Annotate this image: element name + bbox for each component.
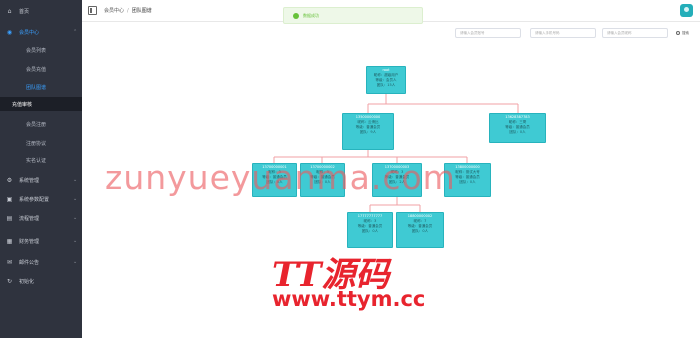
search-icon <box>676 31 680 35</box>
watermark-logo-url: www.ttym.cc <box>272 287 426 311</box>
wallet-icon: ▦ <box>6 237 13 245</box>
member-account-input[interactable] <box>455 28 521 38</box>
sidebar-item-label: 财务管理 <box>19 238 40 245</box>
tree-connector <box>369 197 421 212</box>
watermark-domain: zunyueyuanma.com <box>105 158 456 197</box>
avatar[interactable] <box>680 4 693 17</box>
sidebar-item-label: 系统管理 <box>19 177 40 184</box>
sidebar-item-mail[interactable]: ✉ 邮件公告 ⌄ <box>0 255 82 269</box>
chevron-down-icon: ⌄ <box>73 238 78 244</box>
breadcrumb-separator: / <box>127 8 129 14</box>
sidebar-item-team-graph[interactable]: 团队图谱 <box>0 80 82 94</box>
member-nickname-input[interactable] <box>602 28 668 38</box>
node-team: 团队：0人 <box>509 130 526 134</box>
sidebar-item-label: 实名认证 <box>26 157 47 164</box>
user-icon: ◉ <box>6 28 13 36</box>
breadcrumb: 会员中心 / 团队图谱 <box>104 7 152 14</box>
menu-toggle-icon[interactable] <box>88 6 97 15</box>
sidebar-item-init[interactable]: ↻ 初始化 <box>0 274 82 288</box>
tree-node[interactable]: 13628387783 昵称：三哥 等级：普通会员 团队：0人 <box>489 113 546 143</box>
tree-node[interactable]: 13500000000 昵称：云滑比 等级：普通会员 团队：9人 <box>342 113 394 150</box>
sidebar-item-member-list[interactable]: 会员列表 <box>0 43 82 57</box>
reset-icon: ↻ <box>6 277 13 285</box>
sidebar-item-label: 系统参数配置 <box>19 196 50 203</box>
node-team: 团队：0人 <box>411 229 429 233</box>
tree-node[interactable]: 18800000002 昵称：7 等级：普通会员 团队：0人 <box>396 212 444 248</box>
sidebar-item-label: 流程管理 <box>19 215 40 222</box>
settings-icon: ▣ <box>6 195 13 203</box>
tree-node[interactable]: root 昵称：超级用户 等级：会员人 团队：15人 <box>366 66 406 94</box>
watermark-logo: TT源码 www.ttym.cc <box>272 247 432 317</box>
sidebar-item-label: 会员列表 <box>26 47 47 54</box>
breadcrumb-current: 团队图谱 <box>131 8 152 14</box>
chevron-down-icon: ⌄ <box>73 177 78 183</box>
home-icon: ⌂ <box>7 7 12 15</box>
sidebar-item-label: 充值审核 <box>12 101 33 108</box>
tree-node[interactable]: 17777777777 昵称：3 等级：普通会员 团队：0人 <box>347 212 393 248</box>
sidebar-item-register-agreement[interactable]: 注册协议 <box>0 136 82 150</box>
gear-icon: ⚙ <box>6 176 13 184</box>
toast-message: 数据成功 <box>303 13 319 18</box>
sidebar-item-label: 首页 <box>19 8 30 15</box>
flow-icon: ▤ <box>6 214 13 222</box>
sidebar-item-label: 注册协议 <box>26 140 47 147</box>
sidebar: ⌂ 首页 ◉ 会员中心 ⌃ 会员列表 会员充值 团队图谱 充值审核 会员注册 注… <box>0 0 82 338</box>
sidebar-item-label: 初始化 <box>19 278 35 285</box>
search-button-label: 搜索 <box>682 30 689 35</box>
node-team: 团队：0人 <box>361 229 379 233</box>
node-team: 团队：9人 <box>359 130 377 134</box>
sidebar-item-system[interactable]: ⚙ 系统管理 ⌄ <box>0 173 82 187</box>
sidebar-item-label: 团队图谱 <box>26 84 47 91</box>
sidebar-item-label: 会员注册 <box>26 121 47 128</box>
sidebar-item-finance[interactable]: ▦ 财务管理 ⌄ <box>0 234 82 248</box>
sidebar-item-real-name[interactable]: 实名认证 <box>0 153 82 167</box>
sidebar-item-recharge-review[interactable]: 充值审核 <box>0 97 82 111</box>
chevron-down-icon: ⌄ <box>73 215 78 221</box>
phone-number-input[interactable] <box>530 28 596 38</box>
breadcrumb-item[interactable]: 会员中心 <box>104 8 124 14</box>
sidebar-item-member-recharge[interactable]: 会员充值 <box>0 62 82 76</box>
tree-connector <box>367 94 519 113</box>
node-team: 团队：15人 <box>376 83 396 87</box>
search-button[interactable]: 搜索 <box>676 28 698 38</box>
chevron-down-icon: ⌄ <box>73 259 78 265</box>
sidebar-item-label: 会员中心 <box>19 29 40 36</box>
sidebar-item-system-params[interactable]: ▣ 系统参数配置 ⌄ <box>0 192 82 206</box>
mail-icon: ✉ <box>6 258 13 266</box>
sidebar-item-label: 会员充值 <box>26 66 47 73</box>
sidebar-item-flow[interactable]: ▤ 流程管理 ⌄ <box>0 211 82 225</box>
sidebar-item-member-center[interactable]: ◉ 会员中心 ⌃ <box>0 25 82 39</box>
sidebar-item-home[interactable]: ⌂ 首页 <box>0 4 82 18</box>
success-toast: 数据成功 <box>283 7 423 24</box>
sidebar-item-member-register[interactable]: 会员注册 <box>0 117 82 131</box>
sidebar-item-label: 邮件公告 <box>19 259 40 266</box>
check-circle-icon <box>293 13 299 19</box>
chevron-up-icon: ⌃ <box>73 29 78 35</box>
chevron-down-icon: ⌄ <box>73 196 78 202</box>
